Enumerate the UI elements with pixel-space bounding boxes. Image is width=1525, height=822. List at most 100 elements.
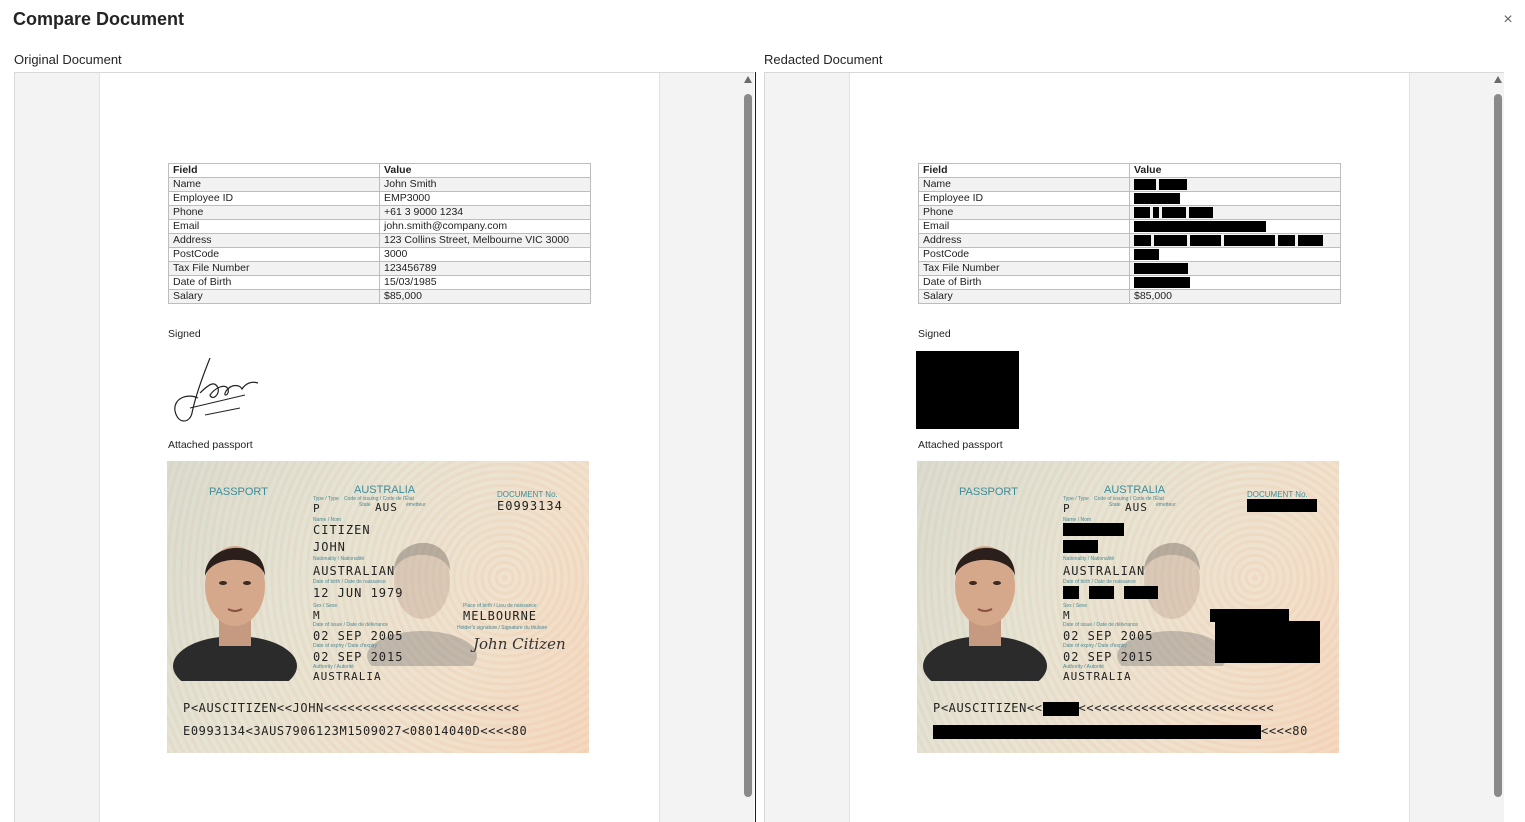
sex: M xyxy=(1063,609,1071,622)
redacted-holder-signature xyxy=(1215,621,1320,663)
redacted-value-cell xyxy=(1129,233,1341,248)
holder-signature-label: Holder's signature / Signature du titula… xyxy=(457,625,548,631)
redacted-employee-table: Field Value Name Employee ID Phone Email… xyxy=(918,163,1341,304)
mrz-prefix: P<AUSCITIZEN<< xyxy=(933,701,1043,715)
passport-country: AUSTRALIA xyxy=(354,484,416,496)
value-cell: $85,000 xyxy=(379,289,591,304)
emetteur-label: émetteur xyxy=(1156,502,1176,508)
attached-passport-label: Attached passport xyxy=(168,439,253,451)
table-row: PostCode 3000 xyxy=(168,247,591,262)
scroll-thumb[interactable] xyxy=(1494,94,1502,797)
redacted-passport-image: PASSPORT AUSTRALIA Type / Type Code of i… xyxy=(917,461,1339,753)
original-document-viewer[interactable]: Field Value Name John Smith Employee ID EM… xyxy=(14,72,754,822)
table-row: Date of Birth 15/03/1985 xyxy=(168,275,591,290)
value-cell: $85,000 xyxy=(1129,289,1341,304)
expiry-date: 02 SEP 2015 xyxy=(1063,650,1154,664)
table-row: Name xyxy=(918,177,1341,192)
redacted-value-cell xyxy=(1129,191,1341,206)
field-cell: Date of Birth xyxy=(918,275,1130,290)
table-header-value: Value xyxy=(379,163,591,178)
redacted-dob xyxy=(1063,586,1079,599)
redacted-signature xyxy=(916,351,1019,429)
field-cell: Name xyxy=(168,177,380,192)
passport-photo xyxy=(173,546,297,681)
table-header-value: Value xyxy=(1129,163,1341,178)
field-cell: Employee ID xyxy=(168,191,380,206)
state-label: State xyxy=(359,502,371,508)
table-row: Email john.smith@company.com xyxy=(168,219,591,234)
redacted-dob xyxy=(1089,586,1114,599)
issue-date: 02 SEP 2005 xyxy=(1063,629,1154,643)
redacted-value-cell xyxy=(1129,261,1341,276)
table-row: Salary $85,000 xyxy=(918,289,1341,304)
signed-label: Signed xyxy=(168,328,201,340)
dob-label: Date of birth / Date de naissance xyxy=(313,579,386,585)
table-row: Phone +61 3 9000 1234 xyxy=(168,205,591,220)
nationality: AUSTRALIAN xyxy=(313,564,396,578)
scroll-up-icon[interactable] xyxy=(1494,76,1502,83)
redacted-value-cell xyxy=(1129,247,1341,262)
table-header-row: Field Value xyxy=(168,163,591,178)
dob: 12 JUN 1979 xyxy=(313,586,404,600)
table-row: Name John Smith xyxy=(168,177,591,192)
field-cell: Salary xyxy=(918,289,1130,304)
original-document-page: Field Value Name John Smith Employee ID EM… xyxy=(99,73,660,822)
field-cell: Employee ID xyxy=(918,191,1130,206)
field-cell: Address xyxy=(168,233,380,248)
redacted-mrz-line-2: <<<<80 xyxy=(933,724,1308,739)
issue-label: Date of issue / Date de délivrance xyxy=(313,622,389,628)
table-row: Employee ID EMP3000 xyxy=(168,191,591,206)
field-cell: Phone xyxy=(168,205,380,220)
table-row: PostCode xyxy=(918,247,1341,262)
issue-date: 02 SEP 2005 xyxy=(313,629,404,643)
expiry-label: Date of expiry / Date d'expiry xyxy=(1063,643,1128,649)
scroll-up-icon[interactable] xyxy=(744,76,752,83)
redacted-value-cell xyxy=(1129,275,1341,290)
passport-code: AUS xyxy=(375,501,398,514)
redacted-scrollbar[interactable] xyxy=(1492,72,1504,822)
field-cell: Tax File Number xyxy=(918,261,1130,276)
surname: CITIZEN xyxy=(313,523,371,537)
passport-type: P xyxy=(1063,502,1071,515)
field-cell: Date of Birth xyxy=(168,275,380,290)
redacted-value-cell xyxy=(1129,219,1341,234)
close-icon[interactable]: × xyxy=(1500,12,1516,28)
value-cell: 123 Collins Street, Melbourne VIC 3000 xyxy=(379,233,591,248)
value-cell: 3000 xyxy=(379,247,591,262)
mrz-line-1: P<AUSCITIZEN<<JOHN<<<<<<<<<<<<<<<<<<<<<<… xyxy=(183,701,520,715)
doc-no-label: DOCUMENT No. xyxy=(1247,490,1308,499)
redacted-given-name xyxy=(1063,540,1098,553)
redacted-doc-no xyxy=(1247,499,1317,512)
redacted-document-viewer[interactable]: Field Value Name Employee ID Phone Email… xyxy=(764,72,1504,822)
table-row: Email xyxy=(918,219,1341,234)
scroll-thumb[interactable] xyxy=(744,94,752,797)
redacted-mrz-line-1: P<AUSCITIZEN<< <<<<<<<<<<<<<<<<<<<<<<<<< xyxy=(933,701,1274,716)
value-cell: John Smith xyxy=(379,177,591,192)
redacted-value-cell xyxy=(1129,177,1341,192)
table-header-row: Field Value xyxy=(918,163,1341,178)
pane-divider xyxy=(755,72,756,822)
passport-heading: PASSPORT xyxy=(959,486,1018,498)
field-cell: PostCode xyxy=(168,247,380,262)
passport-heading: PASSPORT xyxy=(209,486,268,498)
redacted-dob xyxy=(1124,586,1158,599)
mrz-suffix: <<<<<<<<<<<<<<<<<<<<<<<<< xyxy=(1078,701,1275,715)
dialog-title: Compare Document xyxy=(13,9,185,29)
redacted-surname xyxy=(1063,523,1124,536)
original-scrollbar[interactable] xyxy=(742,72,754,822)
field-cell: Tax File Number xyxy=(168,261,380,276)
field-cell: Email xyxy=(168,219,380,234)
passport-holder-signature: John Citizen xyxy=(473,635,566,653)
attached-passport-label: Attached passport xyxy=(918,439,1003,451)
signed-label: Signed xyxy=(918,328,951,340)
authority: AUSTRALIA xyxy=(313,670,382,683)
mrz-line-2: E0993134<3AUS7906123M1509027<08014040D<<… xyxy=(183,724,528,738)
original-employee-table: Field Value Name John Smith Employee ID EM… xyxy=(168,163,591,304)
handwritten-signature xyxy=(174,357,259,422)
table-row: Address xyxy=(918,233,1341,248)
table-row: Tax File Number 123456789 xyxy=(168,261,591,276)
field-cell: PostCode xyxy=(918,247,1130,262)
field-cell: Address xyxy=(918,233,1130,248)
issue-label: Date of issue / Date de délivrance xyxy=(1063,622,1139,628)
table-row: Address 123 Collins Street, Melbourne VIC… xyxy=(168,233,591,248)
